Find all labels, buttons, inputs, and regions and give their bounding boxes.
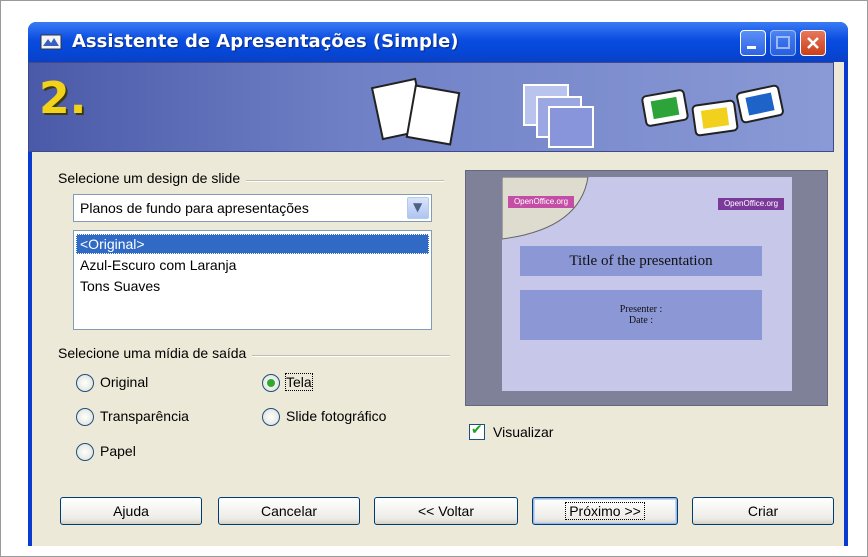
background-dropdown-value: Planos de fundo para apresentações [80, 200, 309, 216]
create-button[interactable]: Criar [692, 497, 834, 525]
help-button-label: Ajuda [113, 503, 149, 519]
media-group-label: Selecione uma mídia de saída [58, 345, 253, 361]
maximize-icon [776, 36, 790, 49]
overlapping-slides-icon [523, 84, 594, 148]
cancel-button[interactable]: Cancelar [218, 497, 360, 525]
chevron-down-icon[interactable]: ▼ [407, 197, 429, 219]
minimize-icon [747, 46, 756, 49]
slide-presenter: Presenter : [619, 304, 663, 315]
slide-logo-caption-left [510, 186, 512, 195]
title-bar[interactable]: Assistente de Apresentações (Simple) [28, 22, 848, 62]
design-list[interactable]: <Original> Azul-Escuro com Laranja Tons … [73, 230, 432, 330]
list-item[interactable]: Azul-Escuro com Laranja [76, 255, 429, 275]
window-title: Assistente de Apresentações (Simple) [72, 31, 459, 52]
slide-subtitle: Presenter : Date : [520, 290, 762, 340]
pages-icon [370, 77, 461, 146]
radio-papel-label[interactable]: Papel [100, 443, 136, 459]
preview-checkbox-label[interactable]: Visualizar [493, 424, 553, 440]
maximize-button[interactable] [770, 30, 796, 56]
radio-slide-fotografico[interactable] [262, 408, 280, 426]
help-button[interactable]: Ajuda [60, 497, 202, 525]
slide-date: Date : [628, 315, 654, 326]
slide-logo-left: OpenOffice.org [508, 196, 574, 208]
background-dropdown[interactable]: Planos de fundo para apresentações ▼ [73, 194, 432, 222]
preview-checkbox[interactable]: ✔ [469, 422, 485, 440]
back-button[interactable]: << Voltar [374, 497, 518, 525]
radio-papel[interactable] [76, 443, 94, 461]
design-group-label: Selecione um design de slide [58, 170, 247, 186]
cancel-button-label: Cancelar [260, 503, 318, 519]
radio-tela[interactable] [262, 374, 280, 392]
radio-transparencia-label[interactable]: Transparência [100, 408, 189, 424]
radio-original-label[interactable]: Original [100, 374, 148, 390]
step-banner: 2. [28, 62, 834, 152]
radio-tela-label[interactable]: Tela [285, 373, 313, 391]
next-button-label: Próximo >> [565, 502, 645, 520]
list-item[interactable]: Tons Suaves [76, 276, 429, 296]
next-button[interactable]: Próximo >> [532, 497, 678, 525]
back-button-label: << Voltar [417, 503, 475, 519]
radio-transparencia[interactable] [76, 408, 94, 426]
list-item[interactable]: <Original> [76, 234, 429, 254]
slide-logo-right: OpenOffice.org [718, 198, 784, 210]
banner-illustration [370, 77, 784, 148]
slide-title: Title of the presentation [520, 246, 762, 276]
radio-slide-fotografico-label[interactable]: Slide fotográfico [286, 408, 386, 424]
close-button[interactable] [800, 30, 826, 56]
checkmark-icon: ✔ [471, 422, 483, 438]
create-button-label: Criar [747, 503, 779, 519]
close-icon [807, 37, 819, 49]
radio-original[interactable] [76, 374, 94, 392]
minimize-button[interactable] [740, 30, 766, 56]
app-icon [40, 34, 62, 50]
radio-selected-dot [267, 379, 275, 387]
photo-slides-icon [641, 84, 784, 137]
